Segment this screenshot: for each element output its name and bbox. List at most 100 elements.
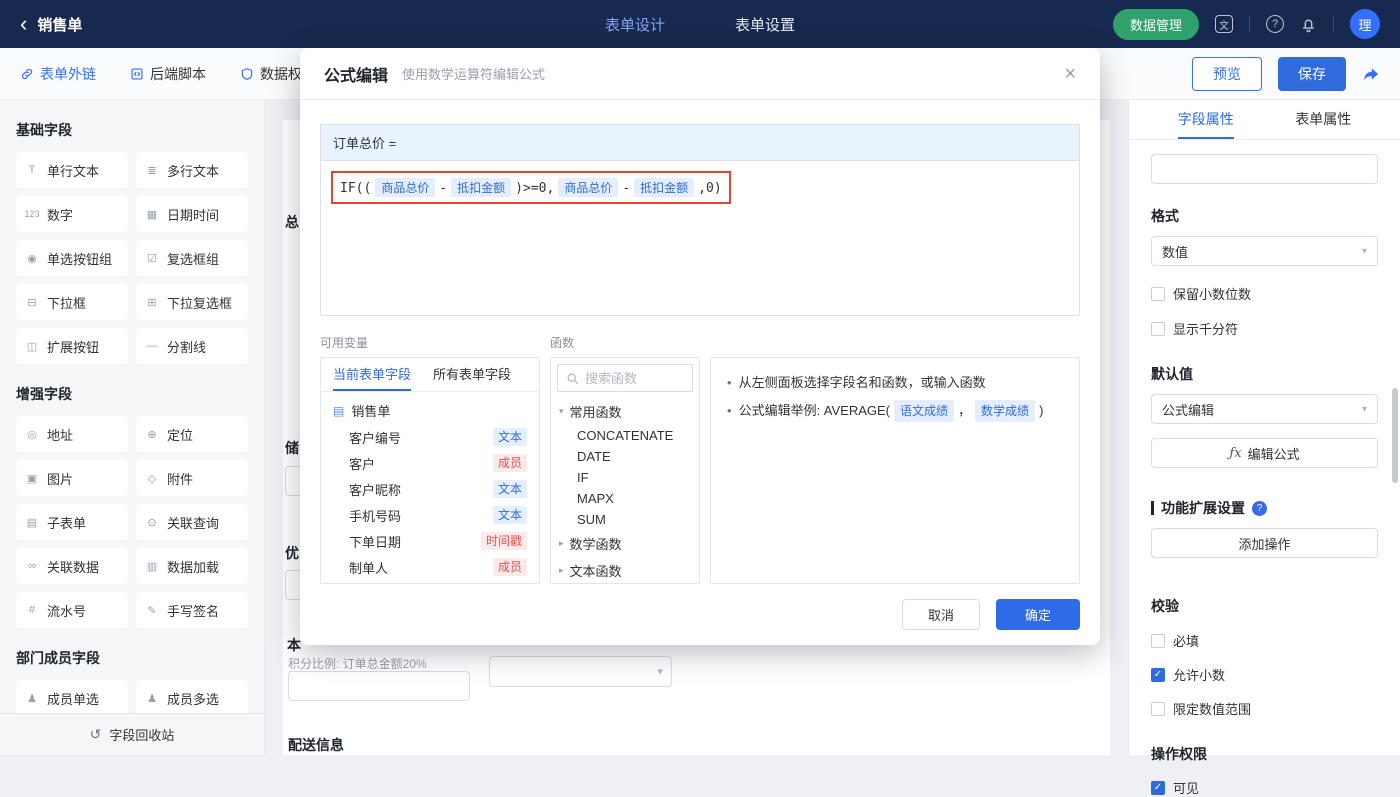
field-button-multi-select[interactable]: ⊞ 下拉复选框 (136, 284, 248, 320)
field-button-attachment[interactable]: ◇ 附件 (136, 460, 248, 496)
field-button-divider[interactable]: — 分割线 (136, 328, 248, 364)
function-item[interactable]: SUM (551, 509, 699, 530)
form-external-link-button[interactable]: 表单外链 (20, 64, 96, 84)
formula-text: - (622, 181, 631, 196)
field-button-select[interactable]: ⊟ 下拉框 (16, 284, 128, 320)
field-button-location[interactable]: ⊕ 定位 (136, 416, 248, 452)
data-manage-button[interactable]: 数据管理 (1112, 8, 1199, 40)
cancel-button[interactable]: 取消 (902, 598, 980, 630)
field-button-linked-query[interactable]: ⊙ 关联查询 (136, 504, 248, 540)
function-item[interactable]: DATE (551, 446, 699, 467)
scrollbar-thumb[interactable] (1392, 388, 1398, 483)
checkbox-checked[interactable]: ✓ (1151, 780, 1165, 795)
field-button-member-multi[interactable]: ♟ 成员多选 (136, 680, 248, 716)
field-button-datetime[interactable]: ▦ 日期时间 (136, 196, 248, 232)
preview-button[interactable]: 预览 (1192, 56, 1262, 91)
location-icon: ⊕ (147, 428, 157, 441)
required-checkbox[interactable]: 必填 (1151, 631, 1378, 650)
variable-item[interactable]: 制单人 成员 (321, 554, 539, 580)
data-permission-button[interactable]: 数据权 (240, 64, 302, 84)
share-icon[interactable] (1362, 65, 1380, 83)
add-action-button[interactable]: 添加操作 (1151, 528, 1378, 558)
function-item[interactable]: IF (551, 467, 699, 488)
function-group-math[interactable]: ▸ 数学函数 (551, 530, 699, 557)
edit-formula-button[interactable]: ƒx 编辑公式 (1151, 438, 1378, 468)
checkbox-icon: ☑ (147, 252, 157, 265)
formula-field-chip[interactable]: 商品总价 (375, 178, 436, 197)
function-search[interactable] (557, 364, 693, 392)
image-icon: ▣ (26, 472, 38, 485)
field-button-radio-group[interactable]: ◉ 单选按钮组 (16, 240, 128, 276)
field-button-checkbox-group[interactable]: ☑ 复选框组 (136, 240, 248, 276)
formula-field-chip[interactable]: 抵扣金额 (451, 178, 512, 197)
form-node[interactable]: ▤ 销售单 (321, 392, 539, 424)
visible-checkbox[interactable]: ✓ 可见 (1151, 778, 1378, 797)
variable-item[interactable]: 客户 成员 (321, 450, 539, 476)
bell-icon[interactable] (1300, 16, 1317, 33)
variable-item[interactable]: 客户编号 文本 (321, 424, 539, 450)
formula-text: ,0) (698, 181, 722, 196)
field-button-signature[interactable]: ✎ 手写签名 (136, 592, 248, 628)
field-button-data-load[interactable]: ▥ 数据加载 (136, 548, 248, 584)
field-button-number[interactable]: 123 数字 (16, 196, 128, 232)
field-button-image[interactable]: ▣ 图片 (16, 460, 128, 496)
thousand-separator-checkbox[interactable]: 显示千分符 (1151, 319, 1378, 338)
checkbox-unchecked[interactable] (1151, 321, 1165, 336)
tab-current-form-fields[interactable]: 当前表单字段 (333, 358, 412, 391)
points-input[interactable] (288, 671, 470, 701)
confirm-button[interactable]: 确定 (996, 598, 1080, 630)
help-icon[interactable]: ? (1266, 15, 1284, 33)
field-button-multi-line-text[interactable]: ≣ 多行文本 (136, 152, 248, 188)
function-group-text[interactable]: ▸ 文本函数 (551, 557, 699, 583)
function-item[interactable]: CONCATENATE (551, 425, 699, 446)
check-icon: ✓ (1153, 781, 1163, 793)
basic-fields-grid: T 单行文本 ≣ 多行文本 123 数字 ▦ 日期时间 ◉ 单选按钮组 ☑ 复选框组 ⊟ 下拉… (16, 152, 248, 364)
default-value-select[interactable]: 公式编辑 ▾ (1151, 394, 1378, 424)
field-button-address[interactable]: ◎ 地址 (16, 416, 128, 452)
variable-item[interactable]: 下单日期 时间戳 (321, 528, 539, 554)
field-button-linked-data[interactable]: ∞ 关联数据 (16, 548, 128, 584)
tab-all-form-fields[interactable]: 所有表单字段 (433, 358, 511, 391)
back-icon[interactable]: ‹ (20, 13, 27, 35)
field-button-single-line-text[interactable]: T 单行文本 (16, 152, 128, 188)
field-button-subform[interactable]: ▤ 子表单 (16, 504, 128, 540)
tab-form-design[interactable]: 表单设计 (605, 14, 665, 35)
tab-field-properties[interactable]: 字段属性 (1177, 100, 1234, 139)
variable-item[interactable]: 手机号码 文本 (321, 502, 539, 528)
allow-decimal-checkbox[interactable]: ✓ 允许小数 (1151, 665, 1378, 684)
formula-help-panel: • 从左侧面板选择字段名和函数，或输入函数 • 公式编辑举例: AVERAGE(… (710, 357, 1080, 584)
close-icon[interactable]: × (1064, 64, 1076, 84)
divider (1249, 16, 1250, 32)
keep-decimal-checkbox[interactable]: 保留小数位数 (1151, 284, 1378, 303)
variable-item[interactable]: 客户昵称 文本 (321, 476, 539, 502)
function-item[interactable]: MAPX (551, 488, 699, 509)
check-icon: ✓ (1153, 668, 1163, 680)
field-button-serial-number[interactable]: # 流水号 (16, 592, 128, 628)
translate-icon[interactable]: 文 (1215, 15, 1233, 33)
field-button-extend-button[interactable]: ◫ 扩展按钮 (16, 328, 128, 364)
field-title-input[interactable] (1151, 154, 1378, 184)
checkbox-unchecked[interactable] (1151, 286, 1165, 301)
formula-field-chip[interactable]: 抵扣金额 (634, 178, 695, 197)
tab-form-settings[interactable]: 表单设置 (735, 14, 795, 35)
checkbox-unchecked[interactable] (1151, 701, 1165, 716)
tip-line: • 从左侧面板选择字段名和函数，或输入函数 (727, 372, 1063, 394)
function-group-common[interactable]: ▾ 常用函数 (551, 398, 699, 425)
search-input[interactable] (585, 370, 675, 386)
checkbox-unchecked[interactable] (1151, 633, 1165, 648)
format-select[interactable]: 数值 ▾ (1151, 236, 1378, 266)
field-label-fragment: 优 (285, 545, 299, 561)
help-question-icon[interactable]: ? (1252, 500, 1267, 516)
field-button-member-single[interactable]: ♟ 成员单选 (16, 680, 128, 716)
tip-line: • 公式编辑举例: AVERAGE(语文成绩，数学成绩) (727, 400, 1063, 423)
avatar[interactable]: 理 (1350, 9, 1380, 39)
field-recycle-bin[interactable]: ↺ 字段回收站 (0, 713, 264, 755)
limit-range-checkbox[interactable]: 限定数值范围 (1151, 699, 1378, 718)
formula-field-chip[interactable]: 商品总价 (558, 178, 619, 197)
backend-script-button[interactable]: 后端脚本 (130, 64, 206, 84)
checkbox-checked[interactable]: ✓ (1151, 667, 1165, 682)
formula-editor[interactable]: IF((商品总价 - 抵扣金额)>=0, 商品总价 - 抵扣金额 ,0) (321, 161, 1079, 315)
save-button[interactable]: 保存 (1278, 56, 1346, 91)
field-dropdown[interactable]: ▾ (489, 656, 672, 687)
tab-form-properties[interactable]: 表单属性 (1295, 100, 1351, 139)
